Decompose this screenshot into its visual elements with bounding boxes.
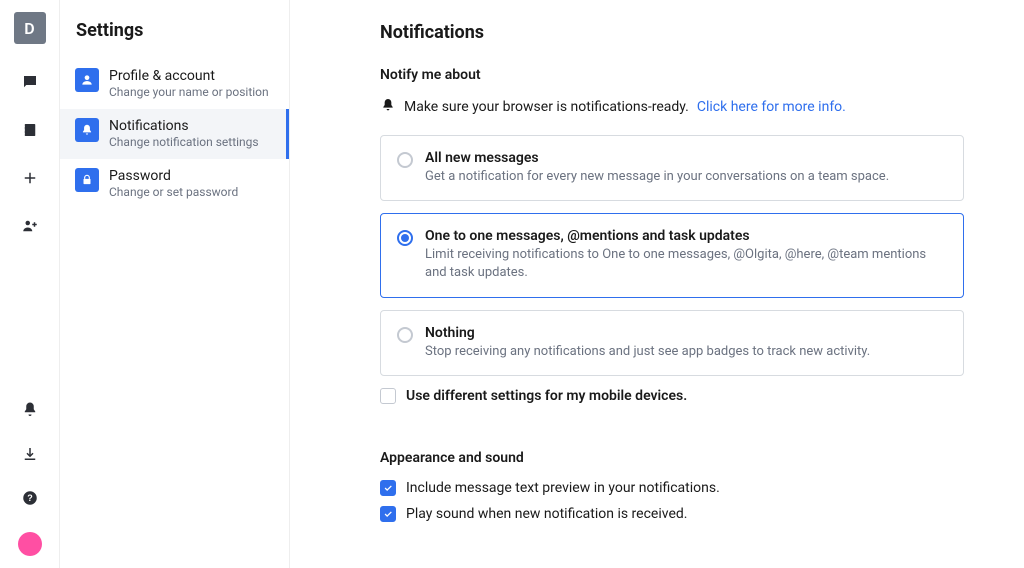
radio-icon (397, 152, 413, 168)
notify-option-nothing[interactable]: Nothing Stop receiving any notifications… (380, 310, 964, 376)
app-rail: D ? (0, 0, 60, 568)
help-icon[interactable]: ? (20, 488, 40, 508)
download-icon[interactable] (20, 444, 40, 464)
add-user-icon[interactable] (20, 216, 40, 236)
checkbox-icon (380, 388, 396, 404)
appearance-opt-sound[interactable]: Play sound when new notification is rece… (380, 506, 964, 522)
chat-icon[interactable] (20, 72, 40, 92)
bell-icon (380, 97, 396, 117)
user-status-dot[interactable] (18, 532, 42, 556)
lock-icon (75, 168, 99, 192)
settings-sidebar: Settings Profile & account Change your n… (60, 0, 290, 568)
contacts-icon[interactable] (20, 120, 40, 140)
radio-icon (397, 327, 413, 343)
option-label: Include message text preview in your not… (406, 480, 720, 496)
sidebar-item-notifications[interactable]: Notifications Change notification settin… (60, 109, 289, 159)
option-desc: Limit receiving notifications to One to … (425, 246, 947, 282)
info-text: Make sure your browser is notifications-… (404, 99, 689, 115)
mobile-diff-row[interactable]: Use different settings for my mobile dev… (380, 388, 964, 404)
settings-title: Settings (60, 20, 289, 59)
mobile-diff-label: Use different settings for my mobile dev… (406, 388, 687, 404)
page-heading: Notifications (380, 22, 964, 43)
option-title: Nothing (425, 325, 947, 341)
sidebar-item-sub: Change or set password (109, 185, 238, 201)
appearance-opt-preview[interactable]: Include message text preview in your not… (380, 480, 964, 496)
appearance-label: Appearance and sound (380, 450, 964, 466)
checkbox-icon (380, 506, 396, 522)
sidebar-item-sub: Change notification settings (109, 135, 259, 151)
bell-icon[interactable] (20, 400, 40, 420)
bell-icon (75, 118, 99, 142)
radio-icon (397, 230, 413, 246)
add-icon[interactable] (20, 168, 40, 188)
workspace-avatar[interactable]: D (14, 12, 46, 44)
sidebar-item-sub: Change your name or position (109, 85, 269, 101)
sidebar-item-label: Password (109, 167, 238, 185)
option-desc: Stop receiving any notifications and jus… (425, 343, 947, 361)
option-title: All new messages (425, 150, 947, 166)
notify-option-all[interactable]: All new messages Get a notification for … (380, 135, 964, 201)
person-icon (75, 68, 99, 92)
sidebar-item-password[interactable]: Password Change or set password (60, 159, 289, 209)
svg-text:?: ? (27, 493, 33, 503)
notify-me-label: Notify me about (380, 67, 964, 83)
browser-info-row: Make sure your browser is notifications-… (380, 97, 964, 117)
checkbox-icon (380, 480, 396, 496)
sidebar-item-label: Profile & account (109, 67, 269, 85)
sidebar-item-label: Notifications (109, 117, 259, 135)
option-desc: Get a notification for every new message… (425, 168, 947, 186)
main-content: Notifications Notify me about Make sure … (290, 0, 1024, 568)
option-title: One to one messages, @mentions and task … (425, 228, 947, 244)
sidebar-item-profile[interactable]: Profile & account Change your name or po… (60, 59, 289, 109)
option-label: Play sound when new notification is rece… (406, 506, 687, 522)
info-link[interactable]: Click here for more info. (697, 99, 846, 115)
notify-option-mentions[interactable]: One to one messages, @mentions and task … (380, 213, 964, 297)
